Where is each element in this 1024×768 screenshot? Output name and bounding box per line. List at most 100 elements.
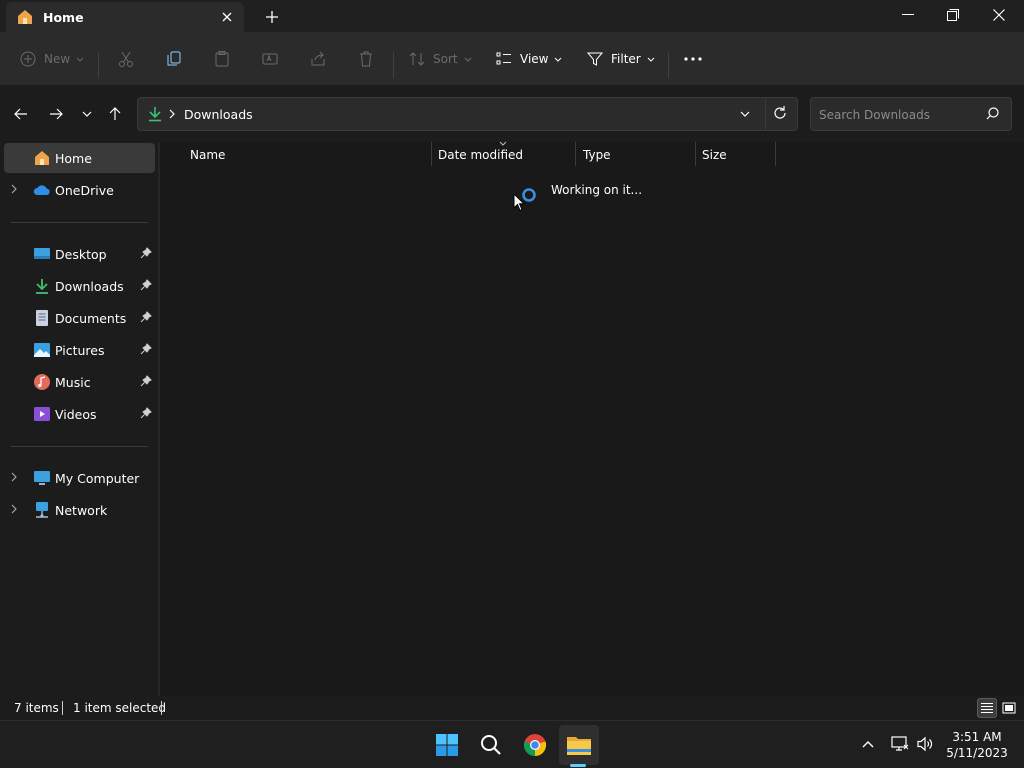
delete-button[interactable] (357, 45, 375, 73)
more-options-button[interactable] (684, 45, 702, 73)
loading-message: Working on it... (551, 183, 643, 197)
tab-close-icon[interactable] (218, 8, 236, 26)
search-box[interactable] (810, 97, 1012, 131)
cut-button[interactable] (117, 45, 135, 73)
share-button[interactable] (309, 45, 327, 73)
restore-icon[interactable] (930, 0, 976, 30)
network-status-icon[interactable] (891, 736, 909, 752)
download-icon (36, 279, 48, 294)
sidebar-item-my-computer[interactable]: My Computer (4, 463, 155, 493)
start-button[interactable] (427, 725, 467, 765)
chevron-up-icon[interactable] (862, 740, 874, 748)
home-icon (35, 151, 49, 165)
up-button[interactable] (104, 104, 126, 124)
divider (11, 446, 148, 447)
view-button[interactable]: View (496, 45, 562, 73)
column-header-size[interactable]: Size (702, 148, 727, 174)
details-view-icon (981, 703, 993, 713)
network-icon (36, 502, 48, 518)
minimize-icon[interactable] (885, 0, 931, 30)
search-input[interactable] (819, 106, 979, 124)
chevron-right-icon[interactable] (11, 504, 17, 514)
rename-icon (262, 53, 278, 65)
view-label: View (520, 52, 549, 66)
filter-button[interactable]: Filter (587, 45, 655, 73)
sidebar-item-videos[interactable]: Videos (4, 399, 155, 429)
details-view-button[interactable] (977, 698, 997, 718)
new-tab-button[interactable] (262, 7, 282, 27)
pin-icon[interactable] (140, 407, 152, 419)
divider (11, 222, 148, 223)
pin-icon[interactable] (140, 311, 152, 323)
address-row: Downloads (0, 86, 1024, 142)
pin-icon[interactable] (140, 375, 152, 387)
column-divider[interactable] (695, 142, 696, 166)
tab-home[interactable]: Home (6, 2, 244, 32)
chevron-right-icon[interactable] (11, 184, 17, 194)
tiles-view-button[interactable] (999, 698, 1019, 718)
title-bar: Home (0, 0, 1024, 32)
divider (765, 98, 766, 130)
column-header-date-modified[interactable]: Date modified (438, 148, 523, 174)
sidebar-item-home[interactable]: Home (4, 143, 155, 173)
cloud-icon (33, 185, 50, 195)
clock[interactable]: 3:51 AM 5/11/2023 (940, 729, 1014, 761)
pin-icon[interactable] (140, 279, 152, 291)
refresh-icon[interactable] (772, 105, 788, 121)
view-icon (496, 52, 511, 65)
new-label: New (44, 52, 71, 66)
status-bar: 7 items 1 item selected (0, 696, 1024, 720)
column-header-type[interactable]: Type (583, 148, 611, 174)
taskbar: 3:51 AM 5/11/2023 (0, 720, 1024, 768)
file-explorer-button[interactable] (559, 725, 599, 765)
sidebar-item-documents[interactable]: Documents (4, 303, 155, 333)
sidebar-item-desktop[interactable]: Desktop (4, 239, 155, 269)
videos-icon (34, 407, 50, 421)
column-divider[interactable] (431, 142, 432, 166)
chevron-right-icon[interactable] (11, 472, 17, 482)
back-button[interactable] (10, 104, 32, 124)
sort-indicator-icon (499, 141, 507, 146)
forward-button[interactable] (45, 104, 67, 124)
tiles-view-icon (1002, 702, 1016, 714)
back-arrow-icon (14, 108, 27, 120)
taskbar-search-button[interactable] (471, 725, 511, 765)
sidebar-item-onedrive[interactable]: OneDrive (4, 175, 155, 205)
sort-icon (409, 52, 425, 66)
search-icon[interactable] (986, 107, 999, 120)
close-icon[interactable] (976, 0, 1022, 30)
column-header-name[interactable]: Name (190, 148, 225, 174)
recent-locations-button[interactable] (76, 104, 98, 124)
chevron-down-icon (647, 57, 655, 62)
file-list[interactable]: Name Date modified Type Size Working on … (160, 141, 1024, 696)
pin-icon[interactable] (140, 247, 152, 259)
sort-button[interactable]: Sort (409, 45, 472, 73)
sidebar-item-pictures[interactable]: Pictures (4, 335, 155, 365)
pictures-icon (34, 343, 50, 357)
chevron-down-icon[interactable] (739, 108, 751, 120)
divider (393, 52, 394, 78)
column-divider[interactable] (775, 142, 776, 166)
paste-button[interactable] (213, 45, 231, 73)
sidebar-item-label: My Computer (55, 471, 140, 486)
column-divider[interactable] (575, 142, 576, 166)
filter-icon (587, 52, 603, 66)
volume-icon[interactable] (916, 736, 934, 752)
sidebar-item-downloads[interactable]: Downloads (4, 271, 155, 301)
address-bar[interactable]: Downloads (137, 97, 798, 131)
sidebar-item-network[interactable]: Network (4, 495, 155, 525)
share-icon (311, 51, 325, 66)
sidebar-item-label: OneDrive (55, 183, 114, 198)
chrome-icon (523, 734, 547, 757)
rename-button[interactable] (261, 45, 279, 73)
chrome-button[interactable] (515, 725, 555, 765)
pin-icon[interactable] (140, 343, 152, 355)
copy-button[interactable] (165, 45, 183, 73)
new-button[interactable]: New (20, 45, 84, 73)
more-icon (684, 57, 702, 61)
filter-label: Filter (611, 52, 641, 66)
breadcrumb[interactable]: Downloads (184, 107, 253, 122)
desktop-icon (34, 248, 50, 259)
divider (98, 52, 99, 78)
sidebar-item-music[interactable]: Music (4, 367, 155, 397)
